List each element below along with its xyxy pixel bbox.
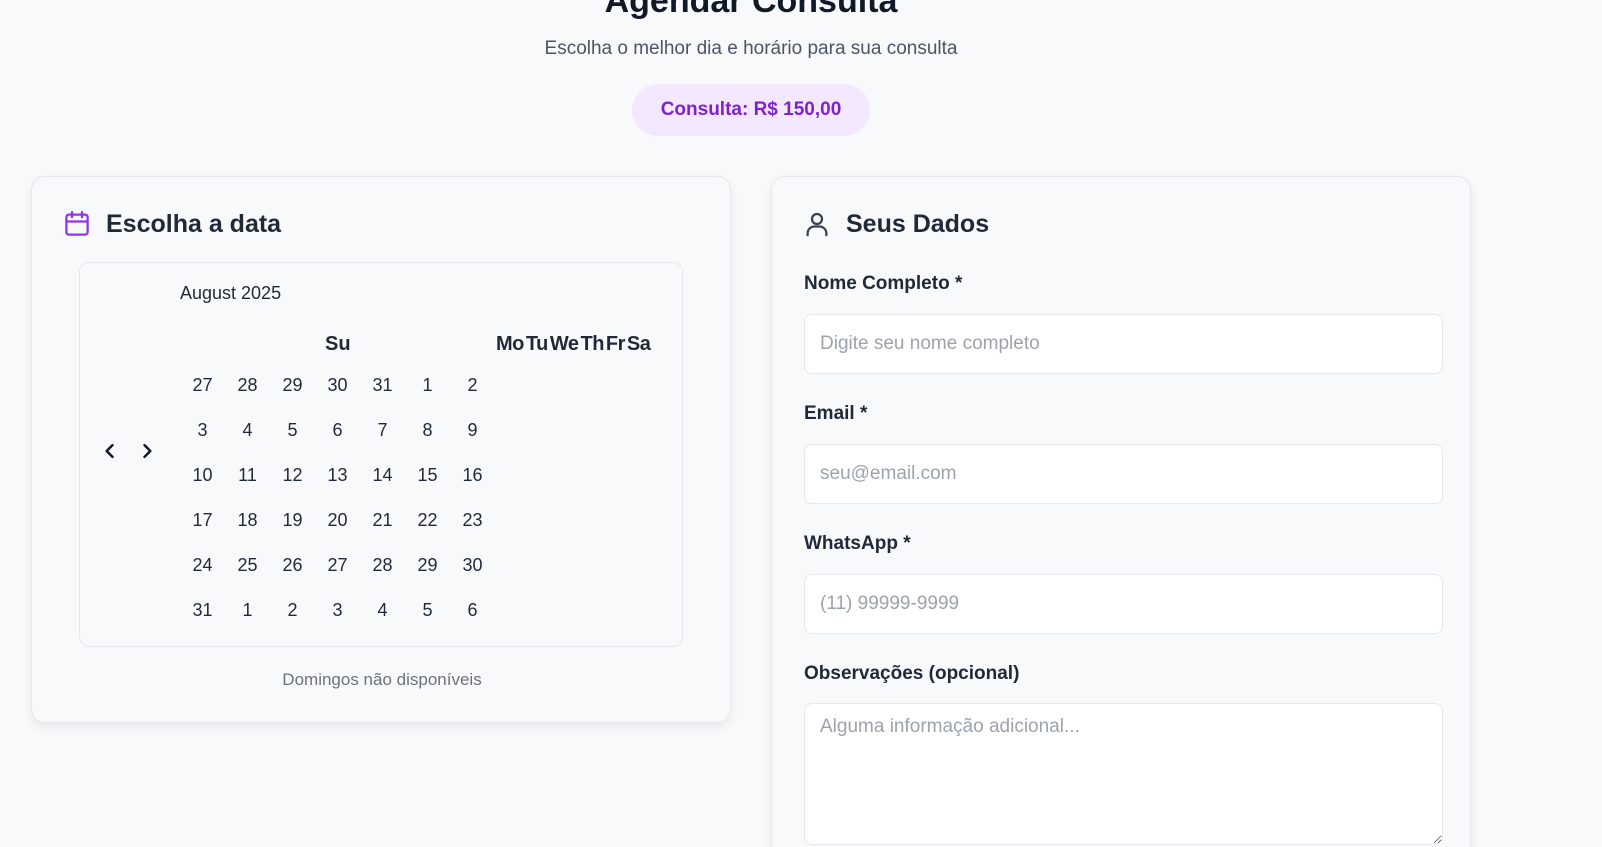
calendar-day[interactable]: 28: [360, 543, 405, 588]
calendar-day[interactable]: 14: [360, 453, 405, 498]
calendar-day[interactable]: 3: [180, 408, 225, 453]
calendar-day[interactable]: 5: [405, 588, 450, 633]
calendar-day[interactable]: 17: [180, 498, 225, 543]
name-input[interactable]: [804, 314, 1443, 374]
weekday-header-row: Mo Tu We Th Fr Sa: [496, 333, 652, 356]
email-label: Email *: [804, 403, 868, 424]
calendar-day[interactable]: 22: [405, 498, 450, 543]
chevron-right-icon: [143, 443, 152, 459]
calendar-day[interactable]: 25: [225, 543, 270, 588]
email-input[interactable]: [804, 444, 1443, 504]
calendar-day[interactable]: 10: [180, 453, 225, 498]
calendar-month-label: August 2025: [180, 283, 282, 303]
weekday-header: Mo: [496, 333, 524, 355]
weekday-header: Sa: [626, 333, 651, 355]
previous-month-button[interactable]: [97, 438, 123, 464]
calendar-day[interactable]: 29: [270, 363, 315, 408]
date-card: Escolha a data August 2025 Su Mo Tu We Th Fr…: [31, 176, 731, 723]
data-card-title: Seus Dados: [846, 209, 990, 238]
page-title: Agendar Consulta: [604, 0, 898, 20]
calendar-day[interactable]: 27: [180, 363, 225, 408]
calendar-day[interactable]: 26: [270, 543, 315, 588]
calendar-day[interactable]: 9: [450, 408, 495, 453]
calendar-day[interactable]: 4: [360, 588, 405, 633]
calendar-day[interactable]: 20: [315, 498, 360, 543]
calendar-day[interactable]: 1: [405, 363, 450, 408]
date-card-header: Escolha a data: [62, 209, 281, 239]
calendar-day[interactable]: 3: [315, 588, 360, 633]
calendar-days-grid: 27 28 29 30 31 1 2 3 4 5 6 7 8 9 10 11 12 13 14 15 16 17 18 19 2…: [180, 363, 495, 633]
calendar-day[interactable]: 12: [270, 453, 315, 498]
calendar-day[interactable]: 13: [315, 453, 360, 498]
calendar-note: Domingos não disponíveis: [282, 670, 482, 689]
calendar-day[interactable]: 29: [405, 543, 450, 588]
weekday-header: Tu: [525, 333, 548, 355]
calendar-day[interactable]: 8: [405, 408, 450, 453]
weekday-header: We: [549, 333, 579, 355]
calendar: August 2025 Su Mo Tu We Th Fr Sa 27 28 29 30 31 1 2…: [79, 262, 683, 647]
calendar-day[interactable]: 4: [225, 408, 270, 453]
calendar-day[interactable]: 2: [270, 588, 315, 633]
calendar-day[interactable]: 7: [360, 408, 405, 453]
calendar-icon: [62, 209, 92, 239]
whatsapp-label: WhatsApp *: [804, 533, 911, 554]
notes-label: Observações (opcional): [804, 663, 1020, 684]
name-label: Nome Completo *: [804, 273, 963, 294]
whatsapp-input[interactable]: [804, 574, 1443, 634]
data-card-header: Seus Dados: [802, 209, 989, 239]
calendar-day[interactable]: 18: [225, 498, 270, 543]
calendar-day[interactable]: 15: [405, 453, 450, 498]
weekday-header-su: Su: [325, 333, 351, 355]
date-card-title: Escolha a data: [106, 209, 282, 238]
calendar-day[interactable]: 31: [360, 363, 405, 408]
calendar-day[interactable]: 24: [180, 543, 225, 588]
chevron-left-icon: [105, 443, 114, 459]
weekday-header: Fr: [605, 333, 626, 355]
calendar-day[interactable]: 28: [225, 363, 270, 408]
page-subtitle: Escolha o melhor dia e horário para sua …: [544, 38, 958, 59]
calendar-day[interactable]: 31: [180, 588, 225, 633]
weekday-header: Th: [580, 333, 604, 355]
calendar-day[interactable]: 27: [315, 543, 360, 588]
personal-data-card: Seus Dados Nome Completo * Email * Whats…: [771, 176, 1471, 847]
calendar-day[interactable]: 5: [270, 408, 315, 453]
calendar-day[interactable]: 1: [225, 588, 270, 633]
calendar-day[interactable]: 16: [450, 453, 495, 498]
next-month-button[interactable]: [134, 438, 160, 464]
calendar-day[interactable]: 6: [450, 588, 495, 633]
calendar-day[interactable]: 21: [360, 498, 405, 543]
notes-textarea[interactable]: [804, 703, 1443, 845]
calendar-day[interactable]: 11: [225, 453, 270, 498]
calendar-day[interactable]: 23: [450, 498, 495, 543]
calendar-day[interactable]: 6: [315, 408, 360, 453]
calendar-day[interactable]: 2: [450, 363, 495, 408]
price-badge: Consulta: R$ 150,00: [632, 84, 870, 136]
calendar-day[interactable]: 30: [450, 543, 495, 588]
calendar-day[interactable]: 30: [315, 363, 360, 408]
user-icon: [802, 209, 832, 239]
calendar-day[interactable]: 19: [270, 498, 315, 543]
